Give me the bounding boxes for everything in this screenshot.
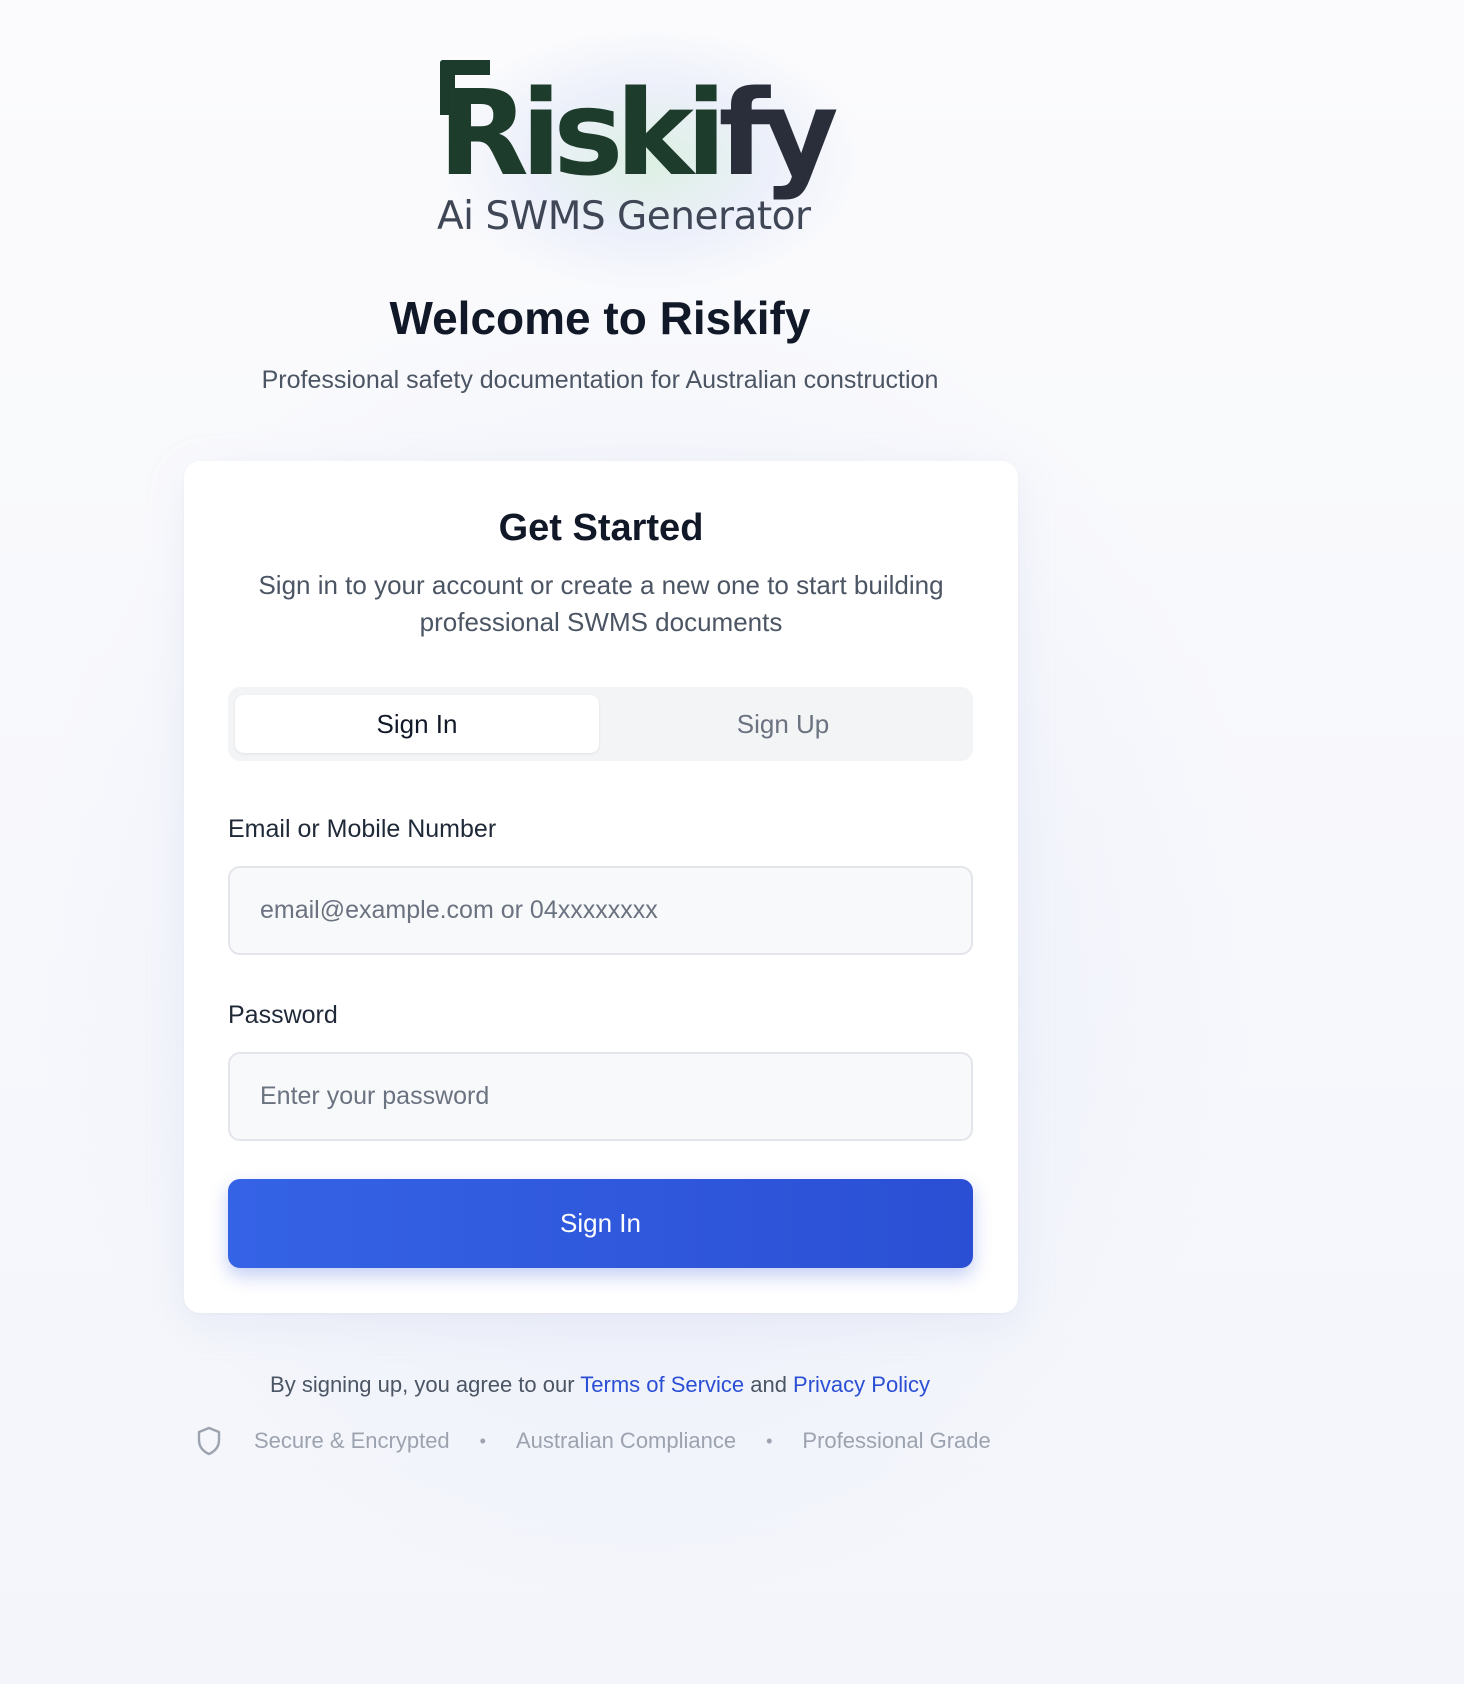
logo-wordmark: Riskify <box>438 74 839 192</box>
riskify-logo: Riskify Ai SWMS Generator <box>400 30 900 290</box>
badge-separator: • <box>479 1430 486 1451</box>
page-title: Welcome to Riskify <box>389 292 811 344</box>
trust-badges: Secure & Encrypted • Australian Complian… <box>196 1424 991 1458</box>
terms-notice: By signing up, you agree to our Terms of… <box>0 1372 1200 1398</box>
sign-in-button[interactable]: Sign In <box>228 1179 973 1268</box>
card-description: Sign in to your account or create a new … <box>258 570 944 637</box>
auth-tabs: Sign In Sign Up <box>228 687 973 761</box>
terms-of-service-link[interactable]: Terms of Service <box>580 1372 744 1397</box>
terms-and: and <box>744 1372 794 1397</box>
email-label: Email or Mobile Number <box>228 815 497 843</box>
tab-sign-in[interactable]: Sign In <box>235 695 599 753</box>
page-subtitle: Professional safety documentation for Au… <box>261 366 939 394</box>
logo-tagline: Ai SWMS Generator <box>437 194 811 239</box>
card-title: Get Started <box>498 507 704 549</box>
badge-separator: • <box>766 1430 773 1451</box>
badge-compliance: Australian Compliance <box>515 1428 737 1453</box>
privacy-policy-link[interactable]: Privacy Policy <box>793 1372 930 1397</box>
tab-sign-up[interactable]: Sign Up <box>601 695 965 753</box>
auth-card: Get Started Sign in to your account or c… <box>184 461 1018 1313</box>
password-field[interactable] <box>228 1052 973 1141</box>
logo-wordmark-end: fy <box>718 64 838 202</box>
email-field[interactable] <box>228 866 973 955</box>
shield-icon <box>197 1426 221 1456</box>
password-label: Password <box>228 1001 338 1029</box>
terms-prefix: By signing up, you agree to our <box>270 1372 581 1397</box>
logo-wordmark-main: Riski <box>438 64 726 202</box>
badge-secure: Secure & Encrypted <box>254 1428 450 1453</box>
badge-professional: Professional Grade <box>802 1428 991 1453</box>
